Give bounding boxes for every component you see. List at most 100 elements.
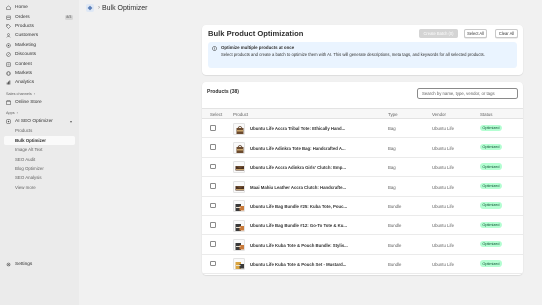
app-name: AI SEO Optimizer xyxy=(15,119,53,125)
row-checkbox[interactable] xyxy=(210,163,216,170)
person-icon xyxy=(6,33,11,38)
product-vendor: Ubuntu Life xyxy=(432,242,454,248)
table-row[interactable]: Ubuntu Life Bag Bundle #25: Kuba Tote, P… xyxy=(202,197,523,216)
product-type: Bundle xyxy=(388,223,402,229)
sidebar-item-analytics[interactable]: Analytics xyxy=(0,78,79,87)
row-checkbox[interactable] xyxy=(210,202,216,209)
product-vendor: Ubuntu Life xyxy=(432,184,454,190)
table-row[interactable]: Maai Mahiu Leather Accra Clutch: Handcra… xyxy=(202,177,523,197)
chart-icon xyxy=(6,80,11,85)
card-title: Bulk Product Optimization xyxy=(208,29,304,38)
orders-icon xyxy=(6,15,11,20)
apps-heading[interactable]: Apps › xyxy=(0,109,79,117)
sidebar-subitem-bulk-optimizer[interactable]: Bulk Optimizer xyxy=(4,135,75,146)
row-checkbox[interactable] xyxy=(210,183,216,189)
product-name[interactable]: Ubuntu Life Bag Bundle #12: Go-To Tote &… xyxy=(250,223,352,228)
sidebar-item-label: Markets xyxy=(15,70,33,76)
column-header-type: Type xyxy=(388,112,398,117)
status-badge: Optimized xyxy=(480,163,502,170)
product-name[interactable]: Ubuntu Life Adinkra Tote Bag: Handcrafte… xyxy=(250,146,352,151)
sidebar-item-label: Orders xyxy=(15,14,30,20)
sidebar-item-ai-seo-optimizer[interactable]: AI SEO Optimizer ▾ xyxy=(0,117,79,126)
clear-all-button[interactable]: Clear All xyxy=(495,29,518,38)
app-icon xyxy=(6,119,11,124)
product-name[interactable]: Ubuntu Life Accra Adinkra Girls' Clutch:… xyxy=(250,165,352,170)
sidebar-item-label: Settings xyxy=(15,262,33,268)
product-type: Bundle xyxy=(388,203,402,209)
sidebar-item-discounts[interactable]: Discounts xyxy=(0,50,79,59)
row-checkbox[interactable] xyxy=(210,260,216,267)
product-vendor: Ubuntu Life xyxy=(432,223,454,229)
product-thumbnail xyxy=(233,180,245,193)
sidebar-item-label: Content xyxy=(15,61,32,67)
row-checkbox[interactable] xyxy=(210,144,216,150)
product-name[interactable]: Ubuntu Life Kuba Tote & Pouch Bundle: St… xyxy=(250,243,352,248)
row-checkbox[interactable] xyxy=(210,241,216,247)
sidebar-item-settings[interactable]: Settings xyxy=(0,260,36,269)
store-icon xyxy=(6,99,11,105)
table-row[interactable]: Ubuntu Life Adinkra Tote Bag: Handcrafte… xyxy=(202,138,523,158)
info-icon xyxy=(212,46,217,51)
bulk-optimization-card: Bulk Product Optimization Create Batch (… xyxy=(202,25,523,75)
row-checkbox[interactable] xyxy=(210,222,216,228)
sidebar-item-orders[interactable]: Orders 8/3 xyxy=(0,12,79,21)
status-badge: Optimized xyxy=(480,182,502,190)
search-input[interactable]: Search by name, type, vendor, or tags xyxy=(417,88,518,99)
home-icon xyxy=(6,5,11,10)
status-badge: Optimized xyxy=(480,240,502,248)
product-type: Bag xyxy=(388,184,396,190)
product-thumbnail xyxy=(233,238,245,251)
sidebar-item-content[interactable]: Content xyxy=(0,59,79,68)
info-banner: Optimize multiple products at once Selec… xyxy=(208,42,517,68)
sidebar-item-label: Home xyxy=(15,5,28,11)
sidebar-item-products[interactable]: Products xyxy=(0,22,79,31)
select-all-button[interactable]: Select All xyxy=(464,29,487,38)
sidebar-item-label: Marketing xyxy=(15,42,37,48)
sidebar-item-customers[interactable]: Customers xyxy=(0,31,79,40)
chevron-right-icon: › xyxy=(16,110,18,115)
apps-label: Apps xyxy=(6,110,15,115)
search-placeholder: Search by name, type, vendor, or tags xyxy=(422,91,495,96)
table-row[interactable]: Ubuntu Life Accra Tribal Tote: Ethically… xyxy=(202,119,523,139)
product-name[interactable]: Ubuntu Life Kuba Tote & Pouch Set - Must… xyxy=(250,262,352,267)
sidebar-subitem-image-alt-text[interactable]: Image Alt Text xyxy=(0,145,79,154)
table-row[interactable]: Ubuntu Life Accra Adinkra Girls' Clutch:… xyxy=(202,158,523,178)
table-row[interactable]: Ubuntu Life Bag Bundle #12: Go-To Tote &… xyxy=(202,216,523,236)
product-type: Bundle xyxy=(388,262,402,268)
sidebar-subitem-view-more[interactable]: View more xyxy=(0,183,79,192)
discount-icon xyxy=(6,52,11,57)
table-header: Select Product Type Vendor Status xyxy=(202,108,523,119)
sidebar-subitem-seo-analysis[interactable]: SEO Analysis xyxy=(0,173,79,182)
sidebar-item-online-store[interactable]: Online Store xyxy=(0,98,79,107)
tag-icon xyxy=(6,24,11,29)
sales-channels-heading[interactable]: Sales channels › xyxy=(0,90,79,98)
create-batch-button[interactable]: Create Batch (0) xyxy=(419,29,458,38)
app-icon[interactable] xyxy=(86,4,94,12)
sidebar-item-label: Products xyxy=(15,23,34,29)
banner-title: Optimize multiple products at once xyxy=(221,45,295,50)
content-icon xyxy=(6,62,11,67)
table-row[interactable]: Ubuntu Life Kuba Tote & Pouch Set - Must… xyxy=(202,255,523,275)
column-header-product: Product xyxy=(233,112,249,117)
sidebar-item-marketing[interactable]: Marketing xyxy=(0,41,79,50)
chevron-right-icon: › xyxy=(98,5,100,11)
column-header-select: Select xyxy=(210,112,223,117)
sidebar-subitem-products[interactable]: Products xyxy=(0,126,79,135)
product-name[interactable]: Ubuntu Life Accra Tribal Tote: Ethically… xyxy=(250,126,352,131)
product-thumbnail xyxy=(233,258,245,271)
sidebar-item-home[interactable]: Home xyxy=(0,3,79,12)
chevron-down-icon: ▾ xyxy=(69,119,72,125)
product-type: Bag xyxy=(388,145,396,151)
table-row[interactable]: Ubuntu Life Kuba Tote & Pouch Bundle: St… xyxy=(202,235,523,255)
product-name[interactable]: Ubuntu Life Bag Bundle #25: Kuba Tote, P… xyxy=(250,204,352,209)
gear-icon xyxy=(6,262,11,267)
sidebar-subitem-seo-audit[interactable]: SEO Audit xyxy=(0,154,79,163)
main-nav: Home Orders 8/3 Products Customers Marketing D… xyxy=(0,3,79,88)
row-checkbox[interactable] xyxy=(210,125,216,131)
product-name[interactable]: Maai Mahiu Leather Accra Clutch: Handcra… xyxy=(250,185,352,190)
sidebar-subitem-blog-optimizer[interactable]: Blog Optimizer xyxy=(0,164,79,173)
sidebar: Home Orders 8/3 Products Customers Marketing D… xyxy=(0,0,79,305)
sidebar-item-markets[interactable]: Markets xyxy=(0,69,79,78)
product-type: Bundle xyxy=(388,242,402,248)
status-badge: Optimized xyxy=(480,260,502,267)
